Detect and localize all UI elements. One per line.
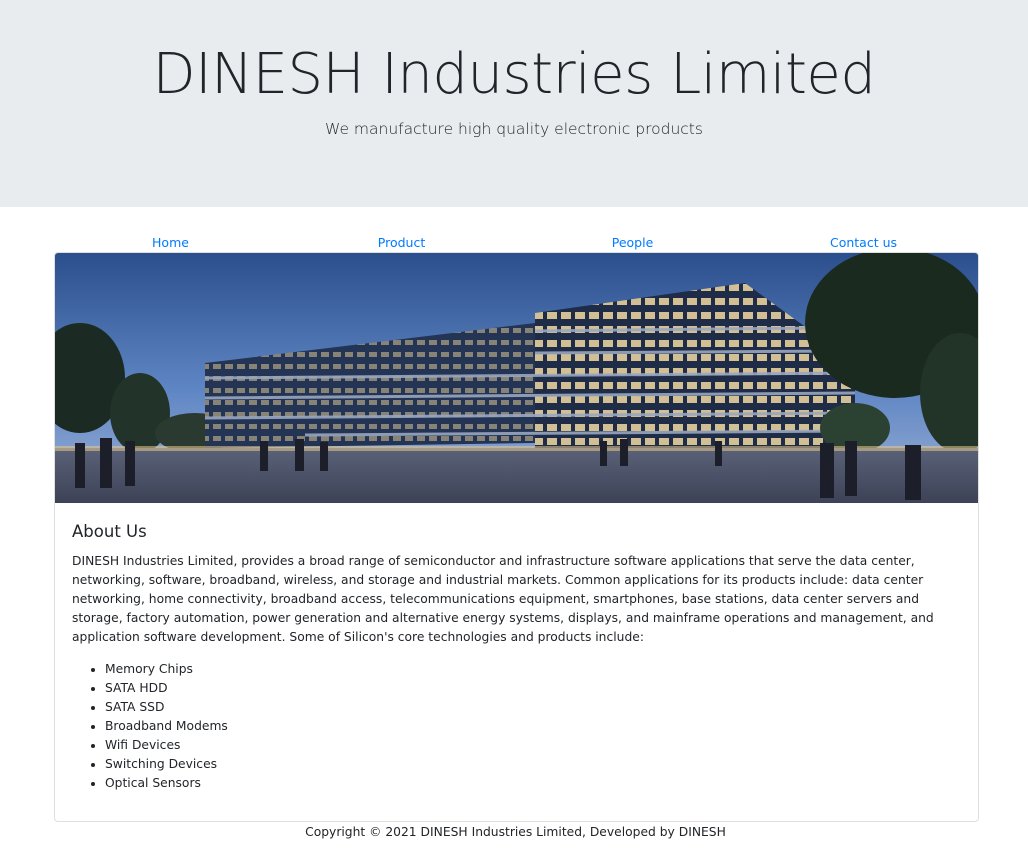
product-list: Memory Chips SATA HDD SATA SSD Broadband… xyxy=(72,660,964,793)
list-item: SATA SSD xyxy=(105,698,964,717)
nav-link-contact-us[interactable]: Contact us xyxy=(748,234,979,252)
about-us-text: DINESH Industries Limited, provides a br… xyxy=(72,554,934,644)
about-card: About Us DINESH Industries Limited, prov… xyxy=(54,252,979,822)
main-nav: Home Product People Contact us xyxy=(55,234,979,252)
nav-link-home[interactable]: Home xyxy=(55,234,286,252)
list-item: SATA HDD xyxy=(105,679,964,698)
footer-copyright: Copyright © 2021 DINESH Industries Limit… xyxy=(305,825,726,839)
nav-link-people[interactable]: People xyxy=(517,234,748,252)
jumbotron-header: DINESH Industries Limited We manufacture… xyxy=(0,0,1028,207)
card-body: About Us DINESH Industries Limited, prov… xyxy=(72,521,964,793)
list-item: Wifi Devices xyxy=(105,736,964,755)
list-item: Switching Devices xyxy=(105,755,964,774)
list-item: Optical Sensors xyxy=(105,774,964,793)
list-item: Broadband Modems xyxy=(105,717,964,736)
building-hero-image xyxy=(55,253,978,503)
list-item: Memory Chips xyxy=(105,660,964,679)
page-subtitle: We manufacture high quality electronic p… xyxy=(325,120,703,138)
nav-link-product[interactable]: Product xyxy=(286,234,517,252)
about-us-heading: About Us xyxy=(72,522,147,541)
page-title: DINESH Industries Limited xyxy=(152,42,876,107)
